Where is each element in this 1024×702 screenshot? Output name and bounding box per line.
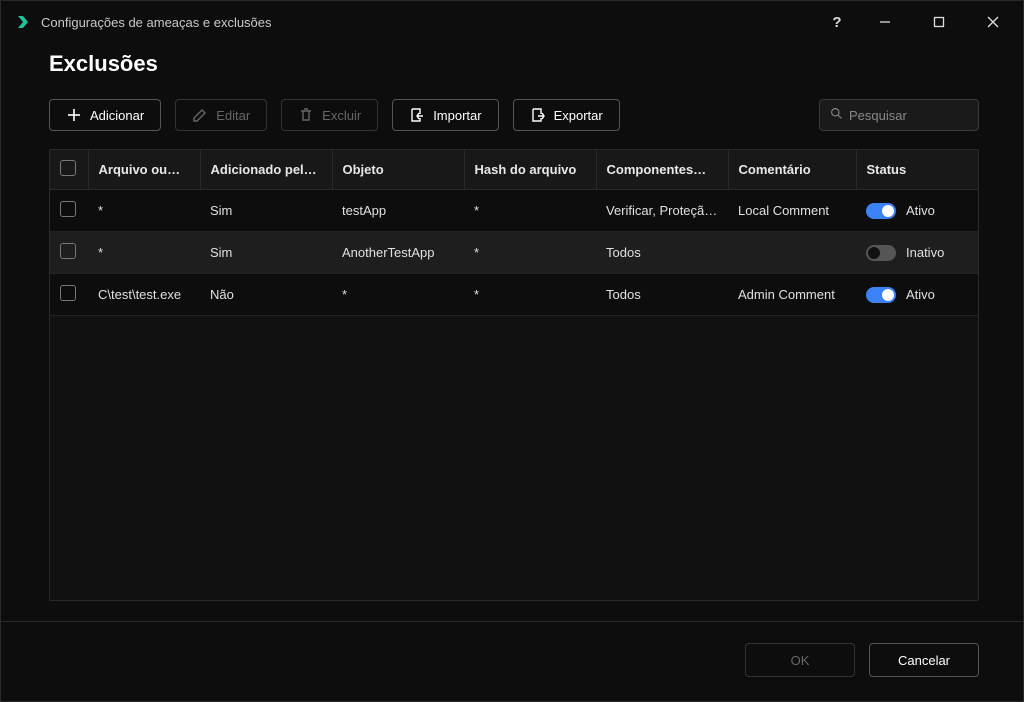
cell-hash: * <box>464 190 596 232</box>
add-button[interactable]: Adicionar <box>49 99 161 131</box>
cell-status: Ativo <box>856 274 978 316</box>
cell-comment <box>728 232 856 274</box>
search-box[interactable] <box>819 99 979 131</box>
status-label: Ativo <box>906 203 935 218</box>
cell-file: C\test\test.exe <box>88 274 200 316</box>
row-checkbox[interactable] <box>60 285 76 301</box>
row-checkbox[interactable] <box>60 243 76 259</box>
cell-hash: * <box>464 274 596 316</box>
close-button[interactable] <box>971 6 1015 38</box>
cell-added: Sim <box>200 232 332 274</box>
import-button-label: Importar <box>433 108 481 123</box>
dialog-footer: OK Cancelar <box>1 622 1023 701</box>
add-button-label: Adicionar <box>90 108 144 123</box>
search-input[interactable] <box>849 108 968 123</box>
table-empty-area <box>50 316 978 600</box>
delete-button[interactable]: Excluir <box>281 99 378 131</box>
import-icon <box>409 107 425 123</box>
edit-button[interactable]: Editar <box>175 99 267 131</box>
cell-status: Ativo <box>856 190 978 232</box>
help-button[interactable]: ? <box>821 6 853 38</box>
exclusions-table: Arquivo ou… Adicionado pel… Objeto Hash … <box>49 149 979 601</box>
cell-object: testApp <box>332 190 464 232</box>
cell-hash: * <box>464 232 596 274</box>
table-row[interactable]: C\test\test.exeNão**TodosAdmin CommentAt… <box>50 274 978 316</box>
cell-components: Verificar, Proteçã… <box>596 190 728 232</box>
app-logo-icon <box>15 14 31 30</box>
status-label: Ativo <box>906 287 935 302</box>
cell-added: Sim <box>200 190 332 232</box>
select-all-checkbox[interactable] <box>60 160 76 176</box>
cell-file: * <box>88 232 200 274</box>
app-window: Configurações de ameaças e exclusões ? E… <box>0 0 1024 702</box>
cell-status: Inativo <box>856 232 978 274</box>
import-button[interactable]: Importar <box>392 99 498 131</box>
content-area: Exclusões Adicionar Editar Excluir <box>1 43 1023 601</box>
maximize-button[interactable] <box>917 6 961 38</box>
edit-button-label: Editar <box>216 108 250 123</box>
titlebar: Configurações de ameaças e exclusões ? <box>1 1 1023 43</box>
minimize-button[interactable] <box>863 6 907 38</box>
toolbar: Adicionar Editar Excluir Importar <box>49 99 979 131</box>
col-hash[interactable]: Hash do arquivo <box>464 150 596 190</box>
trash-icon <box>298 107 314 123</box>
cell-components: Todos <box>596 274 728 316</box>
status-label: Inativo <box>906 245 944 260</box>
col-components[interactable]: Componentes… <box>596 150 728 190</box>
window-title: Configurações de ameaças e exclusões <box>41 15 272 30</box>
cell-added: Não <box>200 274 332 316</box>
export-icon <box>530 107 546 123</box>
col-file[interactable]: Arquivo ou… <box>88 150 200 190</box>
cell-comment: Admin Comment <box>728 274 856 316</box>
cell-object: * <box>332 274 464 316</box>
cell-file: * <box>88 190 200 232</box>
export-button-label: Exportar <box>554 108 603 123</box>
col-added[interactable]: Adicionado pel… <box>200 150 332 190</box>
ok-button[interactable]: OK <box>745 643 855 677</box>
search-icon <box>830 107 843 123</box>
row-checkbox[interactable] <box>60 201 76 217</box>
col-status[interactable]: Status <box>856 150 978 190</box>
export-button[interactable]: Exportar <box>513 99 620 131</box>
col-object[interactable]: Objeto <box>332 150 464 190</box>
cell-components: Todos <box>596 232 728 274</box>
status-toggle[interactable] <box>866 287 896 303</box>
delete-button-label: Excluir <box>322 108 361 123</box>
plus-icon <box>66 107 82 123</box>
cell-object: AnotherTestApp <box>332 232 464 274</box>
table-row[interactable]: *SimAnotherTestApp*TodosInativo <box>50 232 978 274</box>
pencil-icon <box>192 107 208 123</box>
table-header-row: Arquivo ou… Adicionado pel… Objeto Hash … <box>50 150 978 190</box>
page-title: Exclusões <box>49 51 979 77</box>
cancel-button[interactable]: Cancelar <box>869 643 979 677</box>
cell-comment: Local Comment <box>728 190 856 232</box>
table-row[interactable]: *SimtestApp*Verificar, Proteçã…Local Com… <box>50 190 978 232</box>
col-comment[interactable]: Comentário <box>728 150 856 190</box>
status-toggle[interactable] <box>866 203 896 219</box>
status-toggle[interactable] <box>866 245 896 261</box>
